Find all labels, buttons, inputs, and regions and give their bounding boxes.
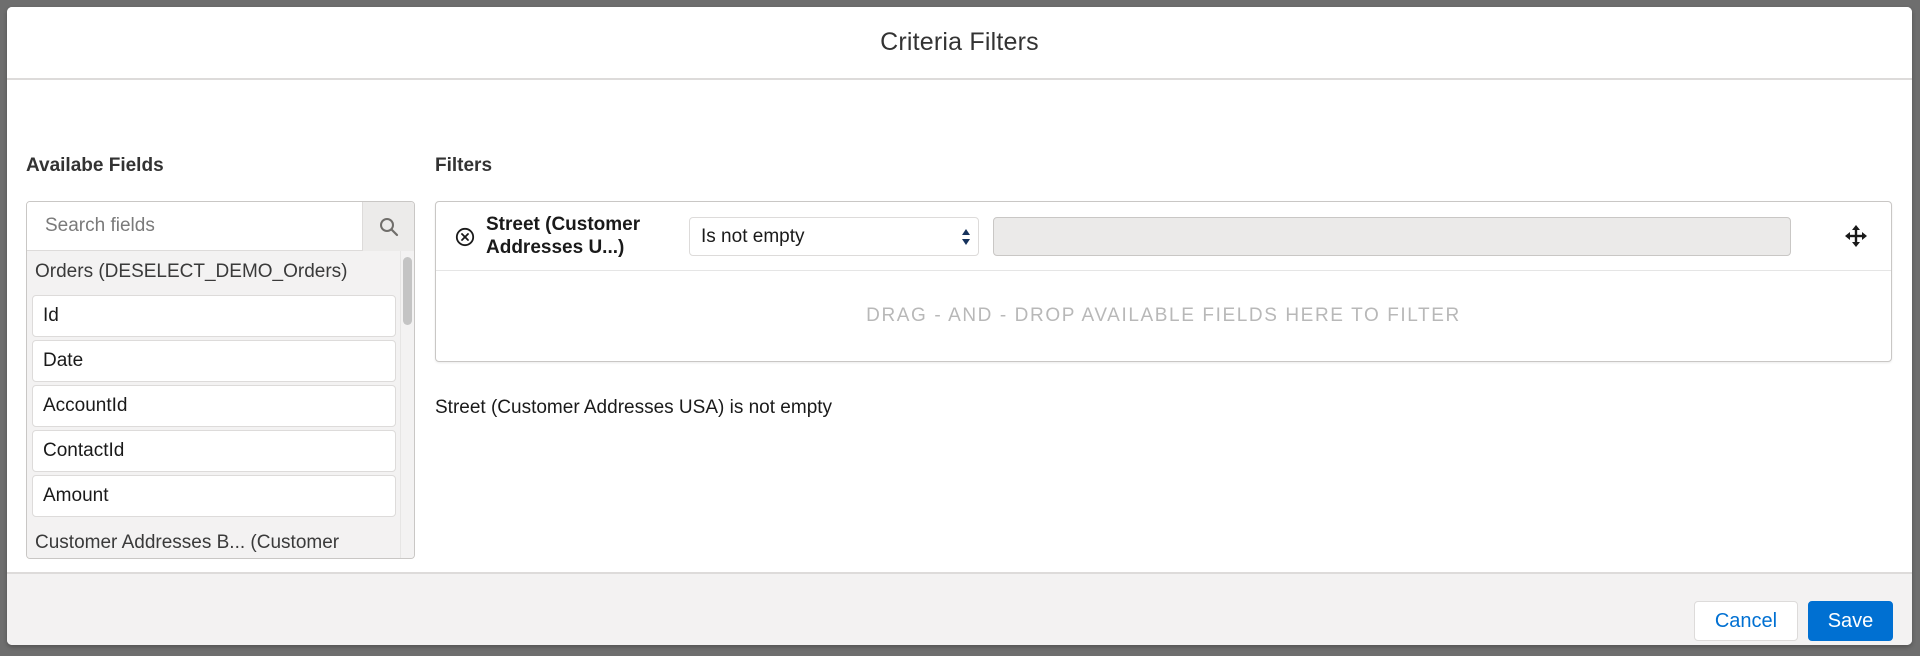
field-list-scrollbar[interactable]: [400, 251, 414, 558]
move-drag-icon[interactable]: [1845, 225, 1867, 247]
modal-header: Criteria Filters: [7, 7, 1912, 80]
field-item-amount[interactable]: Amount: [32, 475, 396, 517]
filter-field-name-line1: Street (Customer: [486, 214, 641, 235]
field-item-accountid[interactable]: AccountId: [32, 385, 396, 427]
modal-footer: Cancel Save: [7, 572, 1912, 645]
field-item-contactid[interactable]: ContactId: [32, 430, 396, 472]
operator-select-value: Is not empty: [701, 225, 805, 247]
filter-value-input: [993, 217, 1791, 256]
search-fields-input[interactable]: [27, 202, 362, 250]
search-row: [27, 202, 414, 251]
filters-label: Filters: [435, 155, 493, 176]
field-group-header[interactable]: Orders (DESELECT_DEMO_Orders): [27, 251, 400, 292]
save-button[interactable]: Save: [1808, 601, 1893, 641]
criteria-filters-modal: Criteria Filters Availabe Fields Filters…: [7, 7, 1912, 645]
search-icon: [379, 217, 398, 236]
filter-summary-text: Street (Customer Addresses USA) is not e…: [435, 397, 833, 418]
filter-field-name-line2: Addresses U...): [486, 237, 625, 258]
filter-row: Street (Customer Addresses U...) Is not …: [436, 202, 1891, 271]
modal-title: Criteria Filters: [880, 28, 1039, 56]
drop-zone[interactable]: DRAG - AND - DROP AVAILABLE FIELDS HERE …: [436, 271, 1891, 361]
available-fields-label: Availabe Fields: [26, 155, 164, 176]
select-arrows-icon: [962, 229, 970, 245]
field-item-date[interactable]: Date: [32, 340, 396, 382]
filters-drop-area[interactable]: Street (Customer Addresses U...) Is not …: [435, 201, 1892, 362]
field-list: Orders (DESELECT_DEMO_Orders) Id Date Ac…: [27, 251, 400, 558]
remove-filter-icon[interactable]: [455, 227, 475, 247]
field-item-id[interactable]: Id: [32, 295, 396, 337]
cancel-button[interactable]: Cancel: [1694, 601, 1798, 641]
available-fields-panel: Orders (DESELECT_DEMO_Orders) Id Date Ac…: [26, 201, 415, 559]
scrollbar-thumb[interactable]: [403, 257, 412, 325]
drop-hint-text: DRAG - AND - DROP AVAILABLE FIELDS HERE …: [866, 305, 1461, 326]
field-group-header[interactable]: Customer Addresses B... (Customer: [27, 522, 400, 558]
search-button[interactable]: [362, 202, 414, 251]
operator-select[interactable]: Is not empty: [689, 217, 979, 256]
filter-field-name: Street (Customer Addresses U...): [486, 213, 656, 259]
